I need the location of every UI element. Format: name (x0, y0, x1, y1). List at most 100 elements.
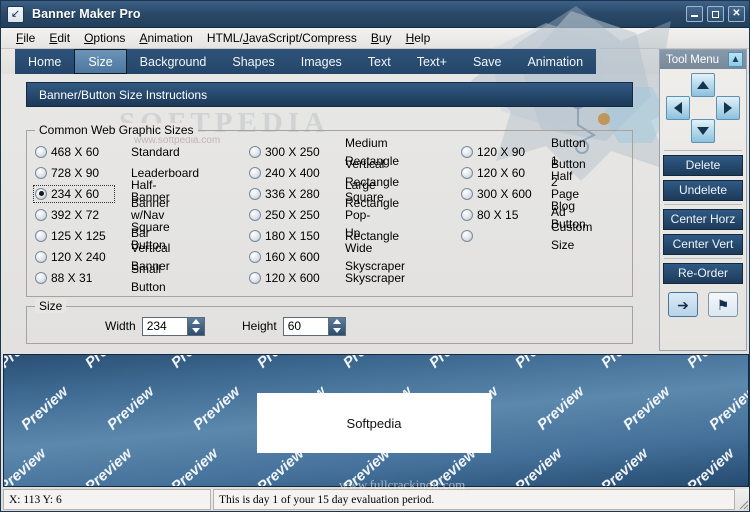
radio-button-icon[interactable] (249, 250, 261, 263)
size-option-row[interactable]: 250 X 250 Square Pop-Up (249, 190, 384, 240)
radio-button-icon[interactable] (461, 145, 473, 158)
banner-canvas[interactable]: Softpedia (257, 393, 491, 453)
size-option-row[interactable]: 120 X 90 Button 1 (461, 136, 586, 168)
size-option-row[interactable]: Custom Size (461, 220, 592, 252)
radio-option[interactable]: 728 X 90 (35, 166, 113, 180)
tab-home[interactable]: Home (15, 49, 74, 74)
menu-item-options[interactable]: Options (77, 29, 132, 47)
height-input[interactable] (283, 317, 328, 335)
radio-option[interactable]: 160 X 600 (249, 250, 327, 264)
radio-option[interactable]: 88 X 31 (35, 271, 113, 285)
tab-shapes[interactable]: Shapes (219, 49, 287, 74)
radio-option[interactable]: 120 X 60 (461, 166, 539, 180)
tab-images[interactable]: Images (288, 49, 355, 74)
radio-button-icon[interactable] (461, 208, 473, 221)
radio-option[interactable]: 120 X 600 (249, 271, 327, 285)
size-option-row[interactable]: 160 X 600 Wide Skyscraper (249, 241, 405, 273)
radio-option[interactable]: 120 X 90 (461, 145, 539, 159)
radio-button-icon[interactable] (249, 229, 261, 242)
radio-button-icon[interactable] (461, 187, 473, 200)
size-option-row[interactable]: 120 X 600 Skyscraper (249, 267, 405, 288)
resize-grip-icon[interactable] (735, 489, 749, 510)
minimize-button[interactable] (686, 6, 703, 22)
center-vert-button[interactable]: Center Vert (663, 234, 743, 255)
radio-option[interactable]: 468 X 60 (35, 145, 113, 159)
tab-background[interactable]: Background (127, 49, 220, 74)
move-down-button[interactable] (691, 119, 715, 143)
size-option-row[interactable]: 392 X 72 Banner w/Nav Bar (35, 190, 170, 240)
tab-size[interactable]: Size (74, 49, 127, 74)
size-option-row[interactable]: 240 X 400 Vertical Rectangle (249, 157, 399, 189)
preview-watermark: Preview (4, 355, 50, 372)
delete-button[interactable]: Delete (663, 155, 743, 176)
size-option-row[interactable]: 728 X 90 Leaderboard (35, 162, 199, 183)
radio-option[interactable]: 240 X 400 (249, 166, 327, 180)
radio-button-icon[interactable] (249, 187, 261, 200)
tab-save[interactable]: Save (460, 49, 515, 74)
width-spinner-arrows[interactable] (186, 317, 204, 335)
move-right-button[interactable] (716, 96, 740, 120)
menu-item-help[interactable]: Help (399, 29, 438, 47)
re-order-button[interactable]: Re-Order (663, 263, 743, 284)
radio-option[interactable]: 250 X 250 (249, 208, 327, 222)
radio-button-icon[interactable] (35, 271, 47, 284)
radio-button-icon[interactable] (35, 145, 47, 158)
size-option-row[interactable]: 300 X 250 Medium Rectangle (249, 136, 399, 168)
radio-option[interactable]: 300 X 250 (249, 145, 327, 159)
height-stepper[interactable] (282, 316, 346, 336)
menu-item-file[interactable]: File (9, 29, 42, 47)
tab-text-[interactable]: Text+ (404, 49, 460, 74)
move-left-button[interactable] (666, 96, 690, 120)
radio-button-icon[interactable] (35, 229, 47, 242)
instructions-bar-label: Banner/Button Size Instructions (39, 87, 208, 102)
radio-button-icon[interactable] (249, 208, 261, 221)
radio-button-icon[interactable] (35, 250, 47, 263)
radio-option[interactable]: 120 X 240 (35, 250, 113, 264)
size-option-row[interactable]: 300 X 600 Half Page Ad (461, 169, 579, 219)
width-stepper[interactable] (141, 316, 205, 336)
chevron-up-icon[interactable]: ▲ (728, 52, 743, 67)
radio-option[interactable]: 392 X 72 (35, 208, 113, 222)
radio-button-icon[interactable] (35, 187, 47, 200)
size-option-row[interactable]: 88 X 31 Small Button (35, 262, 166, 294)
menu-item-edit[interactable]: Edit (42, 29, 77, 47)
menu-item-buy[interactable]: Buy (364, 29, 399, 47)
radio-option[interactable]: 336 X 280 (249, 187, 327, 201)
size-option-row[interactable]: 336 X 280 Large Rectangle (249, 178, 399, 210)
radio-option[interactable]: 300 X 600 (461, 187, 539, 201)
size-option-row[interactable]: 468 X 60 Standard (35, 141, 180, 162)
tab-animation[interactable]: Animation (514, 49, 596, 74)
size-dimensions-label: 120 X 60 (477, 165, 526, 180)
instructions-bar[interactable]: Banner/Button Size Instructions (26, 82, 633, 107)
radio-option[interactable]: 180 X 150 (249, 229, 327, 243)
height-spinner-arrows[interactable] (327, 317, 345, 335)
radio-option[interactable]: 125 X 125 (35, 229, 113, 243)
size-option-row[interactable]: 120 X 60 Button 2 (461, 157, 586, 189)
close-button[interactable]: ✕ (728, 6, 745, 22)
radio-button-icon[interactable] (461, 166, 473, 179)
radio-button-icon[interactable] (35, 166, 47, 179)
move-up-button[interactable] (691, 73, 715, 97)
maximize-button[interactable] (707, 6, 724, 22)
tab-text[interactable]: Text (355, 49, 404, 74)
arrow-right-icon[interactable]: ➔ (668, 292, 698, 317)
radio-option[interactable]: 234 X 60 (33, 184, 115, 203)
menu-item-animation[interactable]: Animation (132, 29, 199, 47)
width-input[interactable] (142, 317, 187, 335)
size-option-row[interactable]: 180 X 150 Rectangle (249, 225, 399, 246)
size-option-row[interactable]: 125 X 125 Square Button (35, 220, 170, 252)
flag-icon[interactable]: ⚑ (708, 292, 738, 317)
radio-button-icon[interactable] (461, 229, 473, 242)
size-option-row[interactable]: 80 X 15 Blog Button (461, 199, 586, 231)
undelete-button[interactable]: Undelete (663, 180, 743, 201)
radio-option[interactable]: 80 X 15 (461, 208, 539, 222)
radio-button-icon[interactable] (249, 271, 261, 284)
size-option-row[interactable]: 234 X 60 Half-Banner (33, 178, 170, 210)
menu-item-html-javascript-compress[interactable]: HTML/JavaScript/Compress (200, 29, 364, 47)
center-horz-button[interactable]: Center Horz (663, 209, 743, 230)
radio-option[interactable] (461, 229, 539, 242)
radio-button-icon[interactable] (249, 145, 261, 158)
radio-button-icon[interactable] (249, 166, 261, 179)
size-option-row[interactable]: 120 X 240 Vertical Banner (35, 241, 170, 273)
radio-button-icon[interactable] (35, 208, 47, 221)
